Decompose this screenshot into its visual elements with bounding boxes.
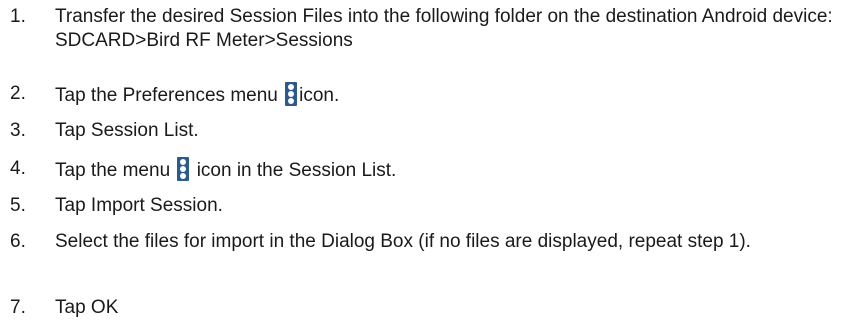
- step-number: 6.: [10, 231, 26, 252]
- step-number: 2.: [10, 83, 26, 104]
- step-number: 1.: [10, 6, 26, 27]
- step-text-before-icon: Tap the menu: [55, 160, 171, 181]
- step-text: Select the files for import in the Dialo…: [55, 231, 751, 252]
- step-text: Tap Session List.: [55, 120, 199, 141]
- vertical-ellipsis-menu-icon: [285, 82, 298, 106]
- step-text-after-icon: icon.: [299, 85, 340, 106]
- step-text: Tap the menu icon in the Session List.: [55, 157, 857, 183]
- vertical-ellipsis-menu-icon: [177, 157, 190, 181]
- step-text: Tap Import Session.: [55, 195, 223, 216]
- step-text: Tap OK: [55, 297, 119, 318]
- step-number: 4.: [10, 158, 26, 179]
- step-number: 5.: [10, 195, 26, 216]
- step-text: Transfer the desired Session Files into …: [55, 6, 833, 51]
- step-text-before-icon: Tap the Preferences menu: [55, 85, 278, 106]
- step-number: 3.: [10, 120, 26, 141]
- step-text: Tap the Preferences menu icon.: [55, 82, 857, 108]
- step-number: 7.: [10, 297, 26, 318]
- step-text-after-icon: icon in the Session List.: [196, 160, 397, 181]
